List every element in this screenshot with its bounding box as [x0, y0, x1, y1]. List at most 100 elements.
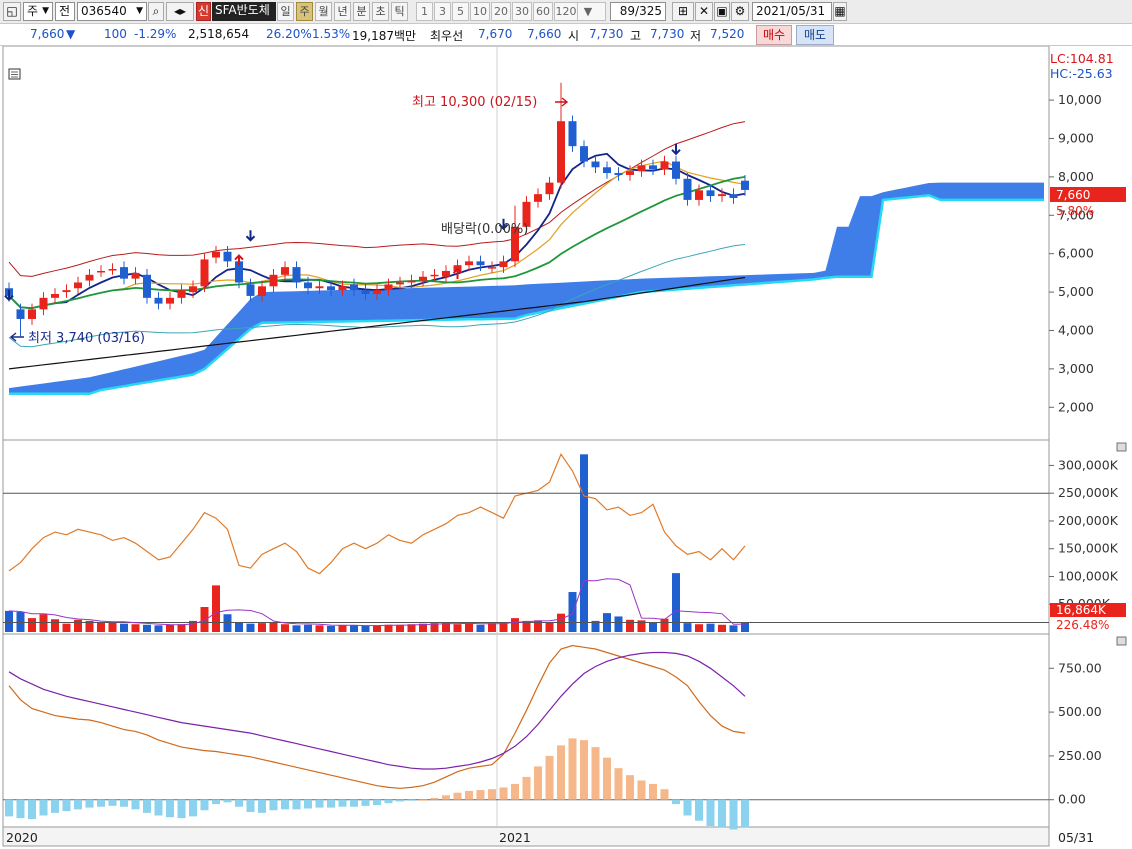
oscillator-bar[interactable] [419, 799, 427, 801]
interval-button[interactable]: 30 [512, 2, 532, 21]
oscillator-bar[interactable] [281, 799, 289, 810]
candle-body[interactable] [16, 309, 25, 319]
candle-body[interactable] [304, 282, 312, 289]
candle-body[interactable] [154, 297, 163, 304]
candle-body[interactable] [223, 251, 232, 262]
candle-body[interactable] [672, 161, 680, 179]
oscillator-bar[interactable] [28, 799, 36, 819]
candle-body[interactable] [545, 182, 554, 195]
oscillator-bar[interactable] [511, 783, 519, 800]
oscillator-bar[interactable] [189, 799, 197, 817]
volume-bar[interactable] [269, 622, 278, 632]
crosshair-icon[interactable]: ✕ [695, 2, 713, 21]
volume-bar[interactable] [350, 625, 358, 632]
candle-body[interactable] [51, 294, 59, 298]
oscillator-bar[interactable] [304, 799, 312, 809]
oscillator-bar[interactable] [603, 757, 611, 800]
oscillator-bar[interactable] [373, 799, 381, 805]
candle-body[interactable] [614, 173, 623, 175]
candle-body[interactable] [580, 146, 588, 162]
date-input[interactable]: 2021/05/31 [752, 2, 832, 21]
volume-bar[interactable] [568, 592, 577, 632]
oscillator-bar[interactable] [131, 799, 140, 810]
volume-bar[interactable] [672, 573, 680, 632]
oscillator-bar[interactable] [476, 790, 485, 800]
volume-bar[interactable] [5, 610, 13, 632]
period-tab[interactable]: 주 [296, 2, 313, 21]
oscillator-bar[interactable] [580, 740, 588, 800]
candle-body[interactable] [74, 282, 82, 289]
candle-body[interactable] [143, 274, 151, 298]
oscillator-bar[interactable] [488, 789, 496, 800]
oscillator-bar[interactable] [361, 799, 370, 806]
volume-bar[interactable] [476, 624, 485, 632]
oscillator-bar[interactable] [660, 789, 669, 800]
oscillator-bar[interactable] [706, 799, 715, 826]
candle-body[interactable] [292, 267, 301, 283]
period-tab[interactable]: 일 [277, 2, 294, 21]
volume-bar[interactable] [97, 622, 105, 632]
gear-icon[interactable]: ⚙ [731, 2, 749, 21]
candle-body[interactable] [718, 194, 726, 197]
candle-body[interactable] [591, 161, 600, 168]
oscillator-bar[interactable] [672, 799, 680, 805]
interval-button[interactable]: 5 [452, 2, 469, 21]
candle-body[interactable] [97, 270, 105, 273]
oscillator-bar[interactable] [557, 745, 565, 800]
period-tab[interactable]: 틱 [391, 2, 408, 21]
period-tab[interactable]: 년 [334, 2, 351, 21]
volume-bar[interactable] [614, 616, 623, 632]
candle-body[interactable] [660, 161, 669, 170]
volume-bar[interactable] [649, 622, 657, 632]
prev-next-icon[interactable]: ◂▸ [166, 2, 194, 21]
oscillator-bar[interactable] [246, 799, 255, 812]
candle-body[interactable] [269, 274, 278, 287]
oscillator-bar[interactable] [407, 799, 416, 801]
volume-bar[interactable] [212, 585, 220, 632]
candle-body[interactable] [396, 282, 404, 285]
oscillator-bar[interactable] [97, 799, 105, 807]
volume-bar[interactable] [315, 625, 324, 632]
period-tab[interactable]: 월 [315, 2, 332, 21]
calendar-icon[interactable]: ▦ [833, 2, 847, 21]
candle-body[interactable] [430, 274, 439, 277]
interval-button[interactable]: 1 [416, 2, 433, 21]
oscillator-bar[interactable] [51, 799, 59, 813]
oscillator-bar[interactable] [718, 799, 726, 828]
oscillator-bar[interactable] [350, 799, 358, 807]
oscillator-bar[interactable] [591, 747, 600, 800]
interval-button[interactable]: 3 [434, 2, 451, 21]
candle-body[interactable] [131, 272, 140, 279]
volume-bar[interactable] [729, 625, 738, 632]
sell-button[interactable]: 매도 [796, 25, 834, 45]
oscillator-bar[interactable] [235, 799, 243, 807]
buy-button[interactable]: 매수 [756, 25, 792, 45]
candle-body[interactable] [407, 280, 416, 283]
candle-body[interactable] [315, 286, 324, 289]
oscillator-bar[interactable] [16, 799, 25, 819]
volume-bar[interactable] [62, 623, 71, 632]
oscillator-bar[interactable] [292, 799, 301, 810]
market-select[interactable]: 전 [55, 2, 75, 21]
oscillator-bar[interactable] [626, 775, 634, 800]
oscillator-bar[interactable] [649, 783, 657, 800]
volume-bar[interactable] [660, 618, 669, 632]
candle-body[interactable] [729, 194, 738, 198]
candle-body[interactable] [476, 261, 485, 266]
oscillator-bar[interactable] [729, 799, 738, 830]
search-icon[interactable]: ⌕ [148, 2, 164, 21]
candle-body[interactable] [177, 290, 186, 298]
volume-bar[interactable] [16, 612, 25, 632]
period-tab[interactable]: 초 [372, 2, 389, 21]
volume-bar[interactable] [488, 623, 496, 632]
oscillator-bar[interactable] [695, 799, 703, 821]
volume-bar[interactable] [511, 618, 519, 632]
volume-bar[interactable] [246, 623, 255, 632]
volume-bar[interactable] [465, 623, 473, 632]
code-input[interactable]: 036540 ▼ [77, 2, 147, 21]
volume-bar[interactable] [200, 607, 209, 632]
candle-body[interactable] [338, 286, 347, 291]
oscillator-bar[interactable] [212, 799, 220, 805]
volume-bar[interactable] [304, 624, 312, 632]
volume-bar[interactable] [166, 624, 174, 632]
